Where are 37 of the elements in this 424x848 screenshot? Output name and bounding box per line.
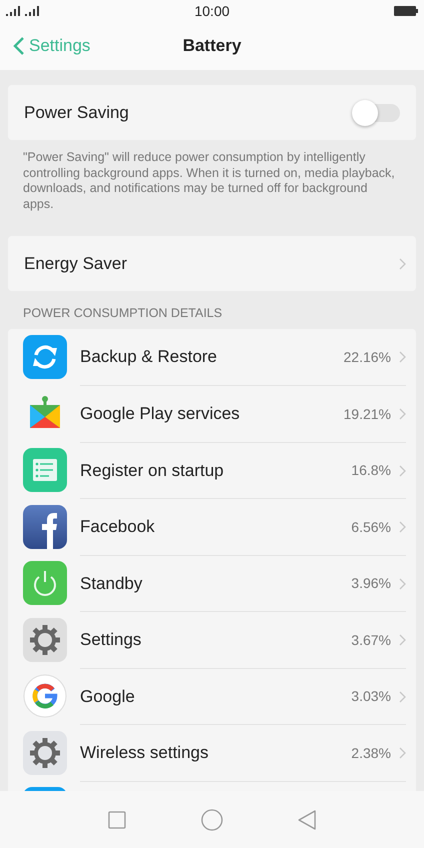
chevron-icon xyxy=(399,521,406,533)
chevron-icon xyxy=(399,690,406,702)
chevron-icon xyxy=(399,464,406,476)
app-usage-row[interactable]: Backup & Restore 22.16% xyxy=(23,328,416,386)
chevron-icon xyxy=(399,408,406,420)
sync-icon xyxy=(23,335,67,379)
facebook-icon xyxy=(23,504,67,548)
clock: 10:00 xyxy=(194,2,230,20)
home-button[interactable] xyxy=(200,808,223,830)
power-saving-label: Power Saving xyxy=(24,102,129,124)
power-icon xyxy=(23,561,67,605)
app-usage-row[interactable]: Settings 3.67% xyxy=(23,611,416,668)
google-icon xyxy=(23,674,67,718)
back-button[interactable] xyxy=(298,810,316,830)
power-saving-description: "Power Saving" will reduce power consumption by intelligently controlling background apps. When it is turned on, media playback, downloads, and notifications may be turned off for background apps. xyxy=(23,150,396,212)
back-icon xyxy=(13,36,25,56)
gear-icon xyxy=(23,618,67,662)
chevron-icon xyxy=(399,634,406,646)
chevron-icon xyxy=(399,258,406,270)
app-usage-row[interactable]: Register on startup 16.8% xyxy=(23,442,416,498)
app-usage-row[interactable]: Google 3.03% xyxy=(23,668,416,724)
signal-icon xyxy=(6,6,42,16)
section-header: POWER CONSUMPTION DETAILS xyxy=(23,305,224,322)
gear-icon xyxy=(23,730,67,774)
chevron-icon xyxy=(399,351,406,363)
app-usage-row[interactable]: Google Play services 19.21% xyxy=(23,385,416,442)
app-usage-row[interactable]: Facebook 6.56% xyxy=(23,498,416,555)
chevron-icon xyxy=(399,747,406,759)
power-saving-toggle[interactable] xyxy=(352,100,400,126)
recents-button[interactable] xyxy=(108,810,126,828)
battery-icon xyxy=(394,6,418,16)
app-usage-row[interactable]: Wireless settings 2.38% xyxy=(23,724,416,781)
page-title: Battery xyxy=(182,35,242,58)
energy-saver-row[interactable]: Energy Saver xyxy=(8,236,416,291)
list-icon xyxy=(23,448,67,492)
chevron-icon xyxy=(399,578,406,590)
app-usage-row[interactable]: Standby 3.96% xyxy=(23,554,416,612)
